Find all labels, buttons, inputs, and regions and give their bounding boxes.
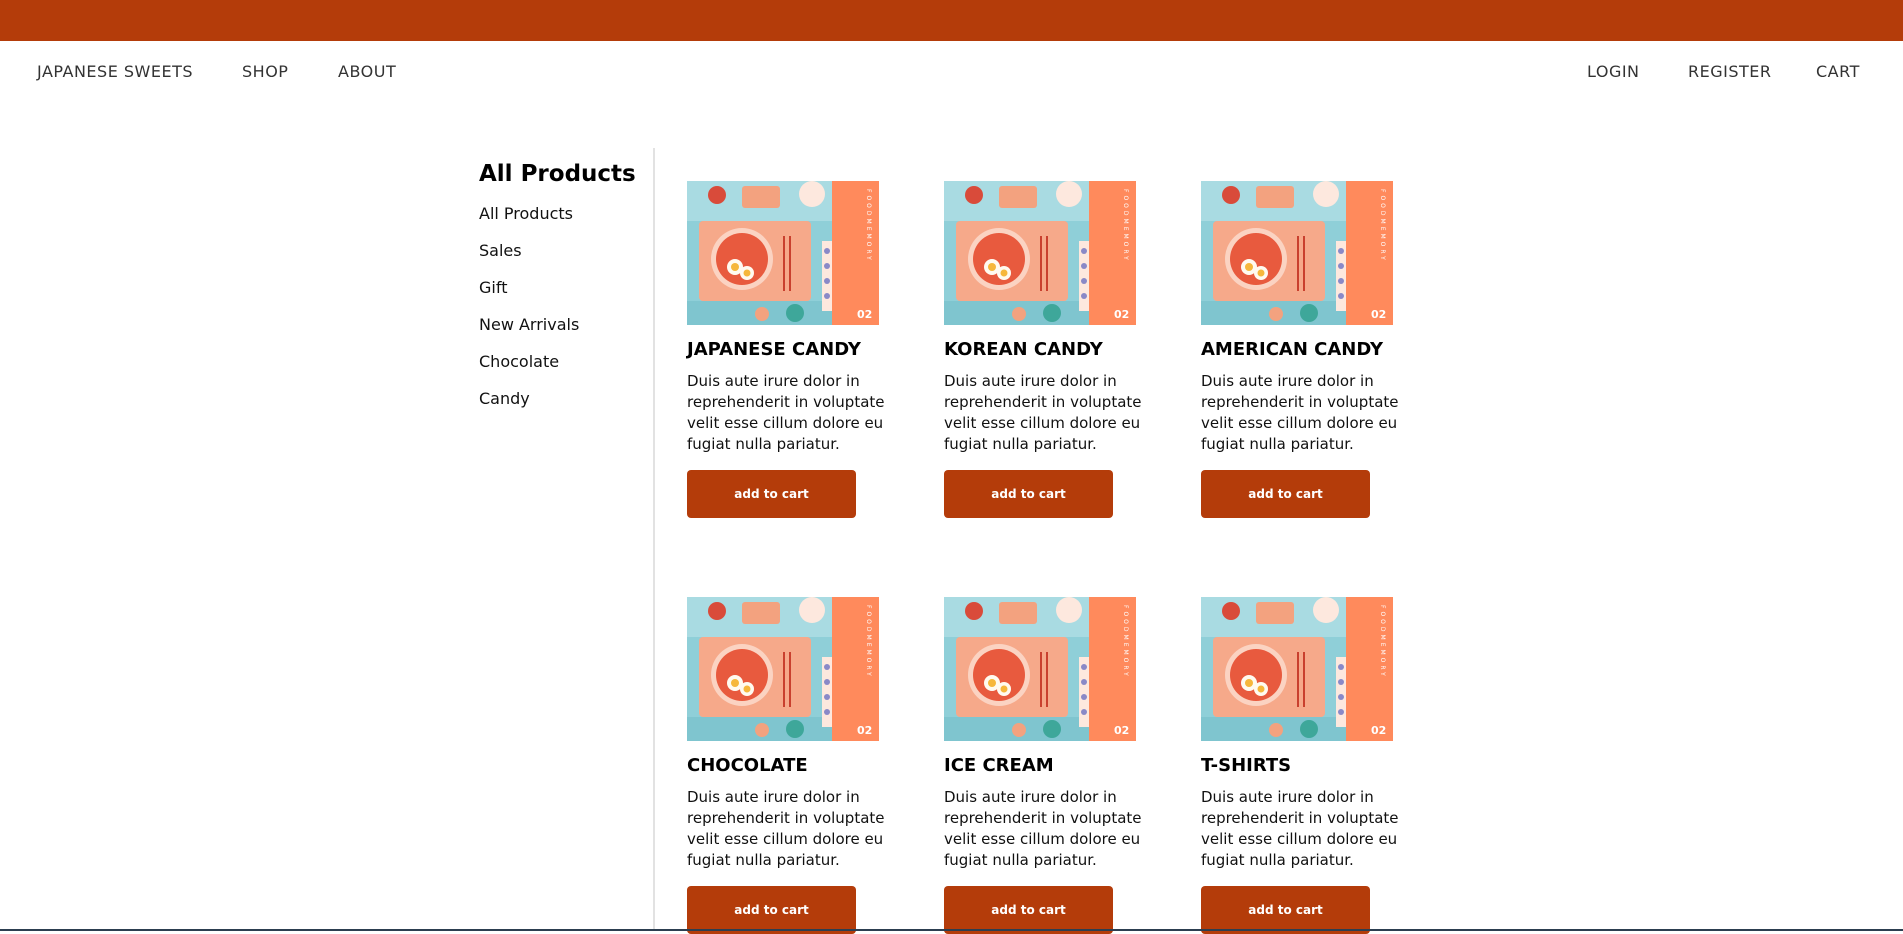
product-image[interactable]: FOODMEMORY 02: [1201, 597, 1393, 741]
product-image[interactable]: FOODMEMORY 02: [687, 597, 879, 741]
product-title[interactable]: JAPANESE CANDY: [687, 339, 861, 360]
sidebar-item-chocolate[interactable]: Chocolate: [479, 352, 639, 389]
product-image[interactable]: FOODMEMORY 02: [944, 181, 1136, 325]
product-image[interactable]: FOODMEMORY 02: [1201, 181, 1393, 325]
image-vertical-text: FOODMEMORY: [1379, 605, 1386, 679]
image-badge: 02: [1114, 724, 1129, 737]
image-vertical-text: FOODMEMORY: [865, 189, 872, 263]
image-badge: 02: [1371, 724, 1386, 737]
product-description: Duis aute irure dolor in reprehenderit i…: [944, 788, 1142, 869]
product-image[interactable]: FOODMEMORY 02: [944, 597, 1136, 741]
add-to-cart-button[interactable]: add to cart: [944, 886, 1113, 934]
product-description: Duis aute irure dolor in reprehenderit i…: [687, 788, 885, 869]
sidebar-title: All Products: [479, 161, 636, 187]
top-accent-bar: [0, 0, 1903, 41]
product-title[interactable]: CHOCOLATE: [687, 755, 808, 776]
sidebar-item-gift[interactable]: Gift: [479, 278, 639, 315]
food-illustration: FOODMEMORY 02: [687, 181, 879, 325]
nav-about-link[interactable]: ABOUT: [338, 62, 396, 81]
product-image[interactable]: FOODMEMORY 02: [687, 181, 879, 325]
sidebar-item-sales[interactable]: Sales: [479, 241, 639, 278]
category-sidebar: All Products All Products Sales Gift New…: [479, 160, 639, 426]
product-description: Duis aute irure dolor in reprehenderit i…: [1201, 372, 1399, 453]
main-navigation: JAPANESE SWEETS SHOP ABOUT LOGIN REGISTE…: [0, 41, 1903, 101]
food-illustration: FOODMEMORY 02: [1201, 181, 1393, 325]
product-description: Duis aute irure dolor in reprehenderit i…: [1201, 788, 1399, 869]
image-badge: 02: [1371, 308, 1386, 321]
sidebar-item-new-arrivals[interactable]: New Arrivals: [479, 315, 639, 352]
brand-link[interactable]: JAPANESE SWEETS: [37, 62, 193, 81]
add-to-cart-button[interactable]: add to cart: [1201, 886, 1370, 934]
image-badge: 02: [857, 308, 872, 321]
sidebar-item-all-products[interactable]: All Products: [479, 204, 639, 241]
add-to-cart-button[interactable]: add to cart: [687, 470, 856, 518]
sidebar-divider: [653, 148, 655, 931]
product-title[interactable]: KOREAN CANDY: [944, 339, 1103, 360]
image-badge: 02: [857, 724, 872, 737]
add-to-cart-button[interactable]: add to cart: [944, 470, 1113, 518]
image-vertical-text: FOODMEMORY: [1122, 605, 1129, 679]
image-vertical-text: FOODMEMORY: [1379, 189, 1386, 263]
food-illustration: FOODMEMORY 02: [944, 597, 1136, 741]
product-title[interactable]: ICE CREAM: [944, 755, 1054, 776]
food-illustration: FOODMEMORY 02: [1201, 597, 1393, 741]
product-description: Duis aute irure dolor in reprehenderit i…: [944, 372, 1142, 453]
sidebar-item-candy[interactable]: Candy: [479, 389, 639, 426]
image-badge: 02: [1114, 308, 1129, 321]
product-description: Duis aute irure dolor in reprehenderit i…: [687, 372, 885, 453]
nav-login-link[interactable]: LOGIN: [1587, 62, 1640, 81]
add-to-cart-button[interactable]: add to cart: [1201, 470, 1370, 518]
food-illustration: FOODMEMORY 02: [944, 181, 1136, 325]
product-title[interactable]: AMERICAN CANDY: [1201, 339, 1383, 360]
nav-register-link[interactable]: REGISTER: [1688, 62, 1772, 81]
product-title[interactable]: T-SHIRTS: [1201, 755, 1291, 776]
food-illustration: FOODMEMORY 02: [687, 597, 879, 741]
add-to-cart-button[interactable]: add to cart: [687, 886, 856, 934]
nav-shop-link[interactable]: SHOP: [242, 62, 288, 81]
image-vertical-text: FOODMEMORY: [1122, 189, 1129, 263]
nav-cart-link[interactable]: CART: [1816, 62, 1860, 81]
image-vertical-text: FOODMEMORY: [865, 605, 872, 679]
